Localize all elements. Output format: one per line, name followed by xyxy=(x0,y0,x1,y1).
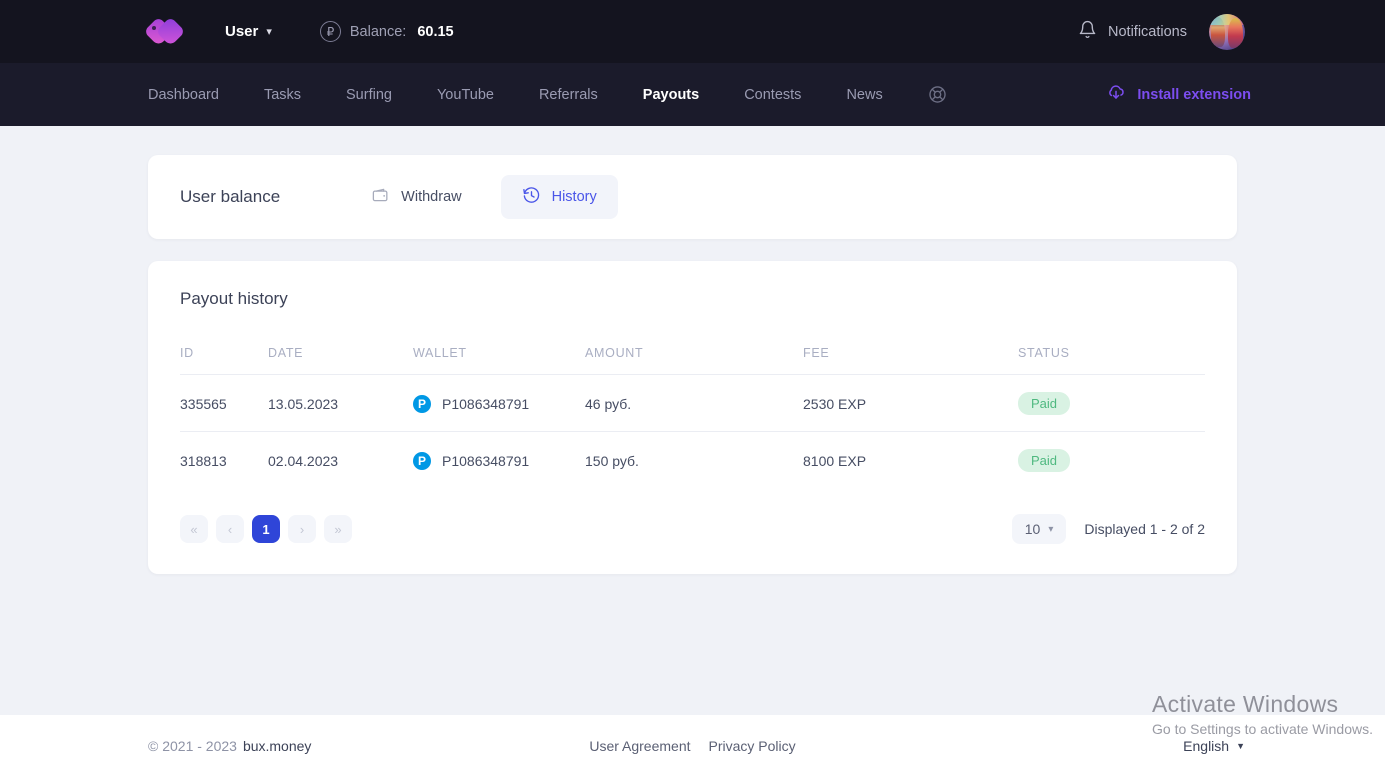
pagination-next[interactable]: › xyxy=(288,515,316,543)
clock-rewind-icon xyxy=(522,186,541,209)
status-badge: Paid xyxy=(1018,392,1071,415)
nav-item-contests[interactable]: Contests xyxy=(744,87,801,103)
main-content: User balance Withdraw History Payout his… xyxy=(0,126,1385,715)
tab-history-label: History xyxy=(551,189,597,205)
payout-history-title: Payout history xyxy=(180,289,288,308)
tab-withdraw[interactable]: Withdraw xyxy=(350,175,482,219)
user-menu[interactable]: User ▾ xyxy=(225,23,272,40)
notifications-button[interactable]: Notifications xyxy=(1078,20,1187,44)
balance-display: ₽ Balance: 60.15 xyxy=(319,21,454,42)
tab-history[interactable]: History xyxy=(500,175,618,219)
column-header-date: DATE xyxy=(268,346,304,360)
wallet-address: P1086348791 xyxy=(442,452,530,469)
pagination-page-1[interactable]: 1 xyxy=(252,515,280,543)
install-extension-button[interactable]: Install extension xyxy=(1106,83,1251,107)
pagination-last[interactable]: » xyxy=(324,515,352,543)
page-title: User balance xyxy=(180,187,281,206)
user-balance-card: User balance Withdraw History xyxy=(148,155,1237,239)
payeer-icon: P xyxy=(413,394,431,413)
install-extension-label: Install extension xyxy=(1137,86,1251,103)
cell-id: 335565 xyxy=(180,374,268,432)
nav-item-dashboard[interactable]: Dashboard xyxy=(148,87,219,103)
balance-value: 60.15 xyxy=(417,23,454,40)
payeer-icon: P xyxy=(413,451,431,470)
per-page-value: 10 xyxy=(1024,521,1041,537)
nav-item-referrals[interactable]: Referrals xyxy=(539,87,598,103)
notifications-label: Notifications xyxy=(1108,23,1187,40)
nav-item-surfing[interactable]: Surfing xyxy=(346,87,392,103)
site-name: bux.money xyxy=(242,738,312,754)
wallet-address: P1086348791 xyxy=(442,395,530,412)
payout-history-table: ID DATE WALLET AMOUNT FEE STATUS 335565 … xyxy=(180,346,1205,488)
pagination-first[interactable]: « xyxy=(180,515,208,543)
cell-amount: 46 руб. xyxy=(585,374,803,432)
cell-fee: 2530 EXP xyxy=(803,374,1018,432)
cell-wallet: P P1086348791 xyxy=(413,431,585,488)
copyright-years: © 2021 - 2023 xyxy=(148,738,237,754)
chevron-down-icon: ▾ xyxy=(1048,523,1054,535)
displayed-count: Displayed 1 - 2 of 2 xyxy=(1084,521,1205,537)
cell-status: Paid xyxy=(1018,374,1205,432)
footer-link-user-agreement[interactable]: User Agreement xyxy=(589,738,690,754)
site-logo[interactable] xyxy=(143,16,186,47)
caret-down-icon: ▼ xyxy=(1236,741,1245,751)
table-row: 335565 13.05.2023 P P1086348791 46 руб. … xyxy=(180,374,1205,432)
column-header-status: STATUS xyxy=(1018,346,1070,360)
wallet-icon xyxy=(371,186,390,209)
status-badge: Paid xyxy=(1018,449,1071,472)
page-root: User ▾ ₽ Balance: 60.15 Notifications Da… xyxy=(0,0,1385,777)
per-page-select[interactable]: 10 ▾ xyxy=(1011,514,1067,544)
column-header-id: ID xyxy=(180,346,194,360)
footer-links: User Agreement Privacy Policy xyxy=(589,738,795,754)
copyright: © 2021 - 2023 bux.money xyxy=(148,738,311,754)
nav-item-news[interactable]: News xyxy=(846,87,882,103)
table-footer-right: 10 ▾ Displayed 1 - 2 of 2 xyxy=(1011,514,1205,544)
tab-withdraw-label: Withdraw xyxy=(401,189,462,205)
table-header-row: ID DATE WALLET AMOUNT FEE STATUS xyxy=(180,346,1205,375)
main-navigation: Dashboard Tasks Surfing YouTube Referral… xyxy=(0,63,1385,126)
cell-id: 318813 xyxy=(180,431,268,488)
bell-icon xyxy=(1078,20,1097,44)
page-footer: © 2021 - 2023 bux.money User Agreement Pr… xyxy=(0,715,1385,777)
column-header-amount: AMOUNT xyxy=(585,346,644,360)
cell-amount: 150 руб. xyxy=(585,431,803,488)
table-footer: « ‹ 1 › » 10 ▾ Displayed 1 - 2 of 2 xyxy=(180,514,1205,544)
nav-item-youtube[interactable]: YouTube xyxy=(437,87,494,103)
cell-date: 02.04.2023 xyxy=(268,431,413,488)
cloud-download-icon xyxy=(1106,83,1126,107)
balance-label: Balance: xyxy=(349,23,407,40)
nav-item-tasks[interactable]: Tasks xyxy=(264,87,301,103)
footer-link-privacy-policy[interactable]: Privacy Policy xyxy=(709,738,796,754)
language-selector[interactable]: English ▼ xyxy=(1183,738,1245,754)
column-header-wallet: WALLET xyxy=(413,346,467,360)
pagination: « ‹ 1 › » xyxy=(180,515,352,543)
language-label: English xyxy=(1183,738,1230,754)
bux-logo-icon xyxy=(143,16,186,47)
cell-date: 13.05.2023 xyxy=(268,374,413,432)
user-menu-label: User xyxy=(225,23,259,40)
pagination-prev[interactable]: ‹ xyxy=(216,515,244,543)
nav-item-payouts[interactable]: Payouts xyxy=(643,87,699,103)
payout-history-card: Payout history ID DATE WALLET AMOUNT FEE… xyxy=(148,261,1237,574)
column-header-fee: FEE xyxy=(803,346,830,360)
cell-status: Paid xyxy=(1018,431,1205,488)
cell-fee: 8100 EXP xyxy=(803,431,1018,488)
table-row: 318813 02.04.2023 P P1086348791 150 руб.… xyxy=(180,431,1205,488)
header-right-group: Notifications xyxy=(1078,0,1245,63)
lifebuoy-icon[interactable] xyxy=(928,85,947,104)
nav-items-group: Dashboard Tasks Surfing YouTube Referral… xyxy=(148,85,947,104)
chevron-down-icon: ▾ xyxy=(266,26,272,38)
ruble-circle-icon: ₽ xyxy=(319,21,341,42)
user-avatar[interactable] xyxy=(1209,13,1245,50)
top-header-bar: User ▾ ₽ Balance: 60.15 Notifications xyxy=(0,0,1385,63)
cell-wallet: P P1086348791 xyxy=(413,374,585,432)
